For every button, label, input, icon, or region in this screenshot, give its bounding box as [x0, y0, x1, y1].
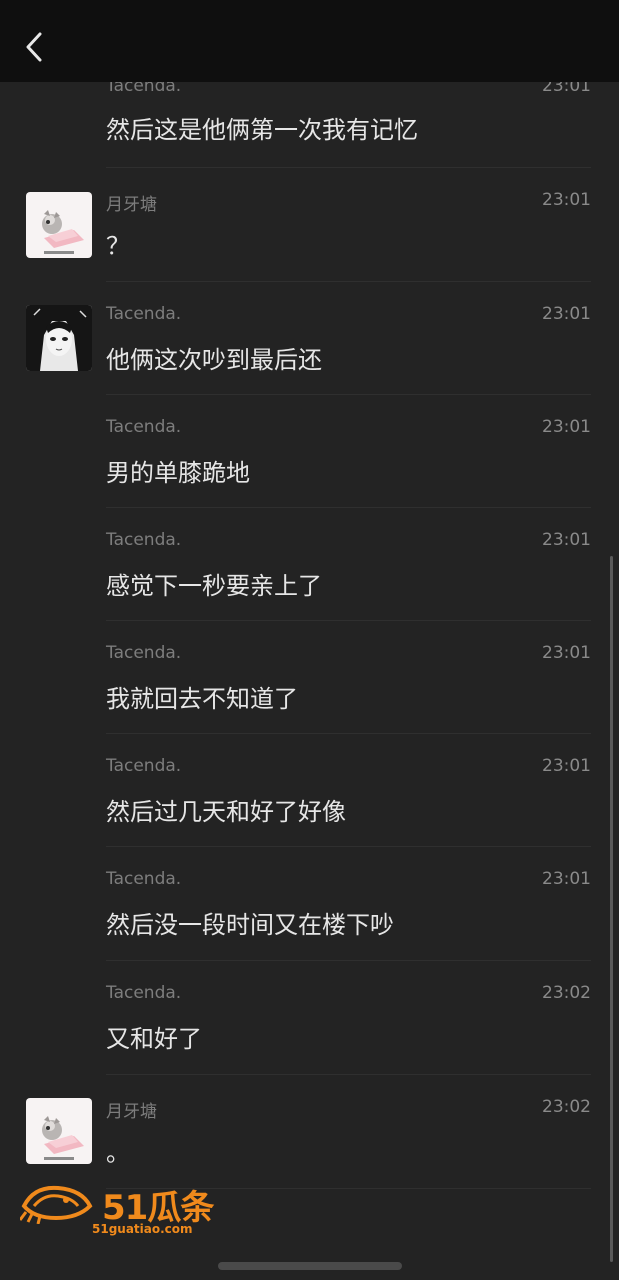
home-indicator[interactable]: [218, 1262, 402, 1270]
divider: [106, 394, 591, 395]
divider: [106, 1074, 591, 1075]
chevron-left-icon: [26, 32, 42, 62]
message-text: 感觉下一秒要亲上了: [106, 572, 322, 600]
cat-avatar[interactable]: [26, 192, 92, 258]
watermark-url: 51guatiao.com: [92, 1222, 193, 1236]
anime-girl-avatar[interactable]: [26, 305, 92, 371]
sender-name: Tacenda.: [106, 643, 182, 663]
sender-name: 月牙塘: [106, 195, 157, 215]
sender-name: Tacenda.: [106, 756, 182, 776]
back-button[interactable]: [18, 26, 58, 70]
message-text: 然后这是他俩第一次我有记忆: [106, 116, 418, 144]
message-text: 又和好了: [106, 1025, 202, 1053]
cat-avatar[interactable]: [26, 1098, 92, 1164]
message-text: 我就回去不知道了: [106, 685, 298, 713]
sender-name: Tacenda.: [106, 983, 182, 1003]
message-text: 。: [106, 1139, 130, 1167]
watermark-logo: 51瓜条 51guatiao.com: [20, 1180, 220, 1242]
message-text: 然后过几天和好了好像: [106, 798, 346, 826]
message-time: 23:01: [542, 530, 591, 550]
divider: [106, 620, 591, 621]
message-time: 23:01: [542, 304, 591, 324]
message-time: 23:01: [542, 756, 591, 776]
sender-name: 月牙塘: [106, 1102, 157, 1122]
message-time: 23:02: [542, 1097, 591, 1117]
message-time: 23:01: [542, 869, 591, 889]
divider: [106, 507, 591, 508]
melon-logo-icon: [20, 1185, 93, 1224]
message-text: 然后没一段时间又在楼下吵: [106, 911, 394, 939]
divider: [106, 846, 591, 847]
message-time: 23:01: [542, 417, 591, 437]
top-bar: [0, 0, 619, 82]
message-text: 他俩这次吵到最后还: [106, 346, 322, 374]
sender-name: Tacenda.: [106, 530, 182, 550]
sender-name: Tacenda.: [106, 869, 182, 889]
chat-history-screen: Tacenda. 23:01 然后这是他俩第一次我有记忆 月牙塘 23:01 ？…: [0, 0, 619, 1280]
message-text: 男的单膝跪地: [106, 459, 250, 487]
scrollbar[interactable]: [610, 556, 613, 1262]
divider: [106, 167, 591, 168]
message-text: ？: [106, 232, 130, 260]
sender-name: Tacenda.: [106, 304, 182, 324]
divider: [106, 281, 591, 282]
message-time: 23:01: [542, 190, 591, 210]
divider: [106, 733, 591, 734]
sender-name: Tacenda.: [106, 417, 182, 437]
divider: [106, 960, 591, 961]
message-time: 23:02: [542, 983, 591, 1003]
message-time: 23:01: [542, 643, 591, 663]
